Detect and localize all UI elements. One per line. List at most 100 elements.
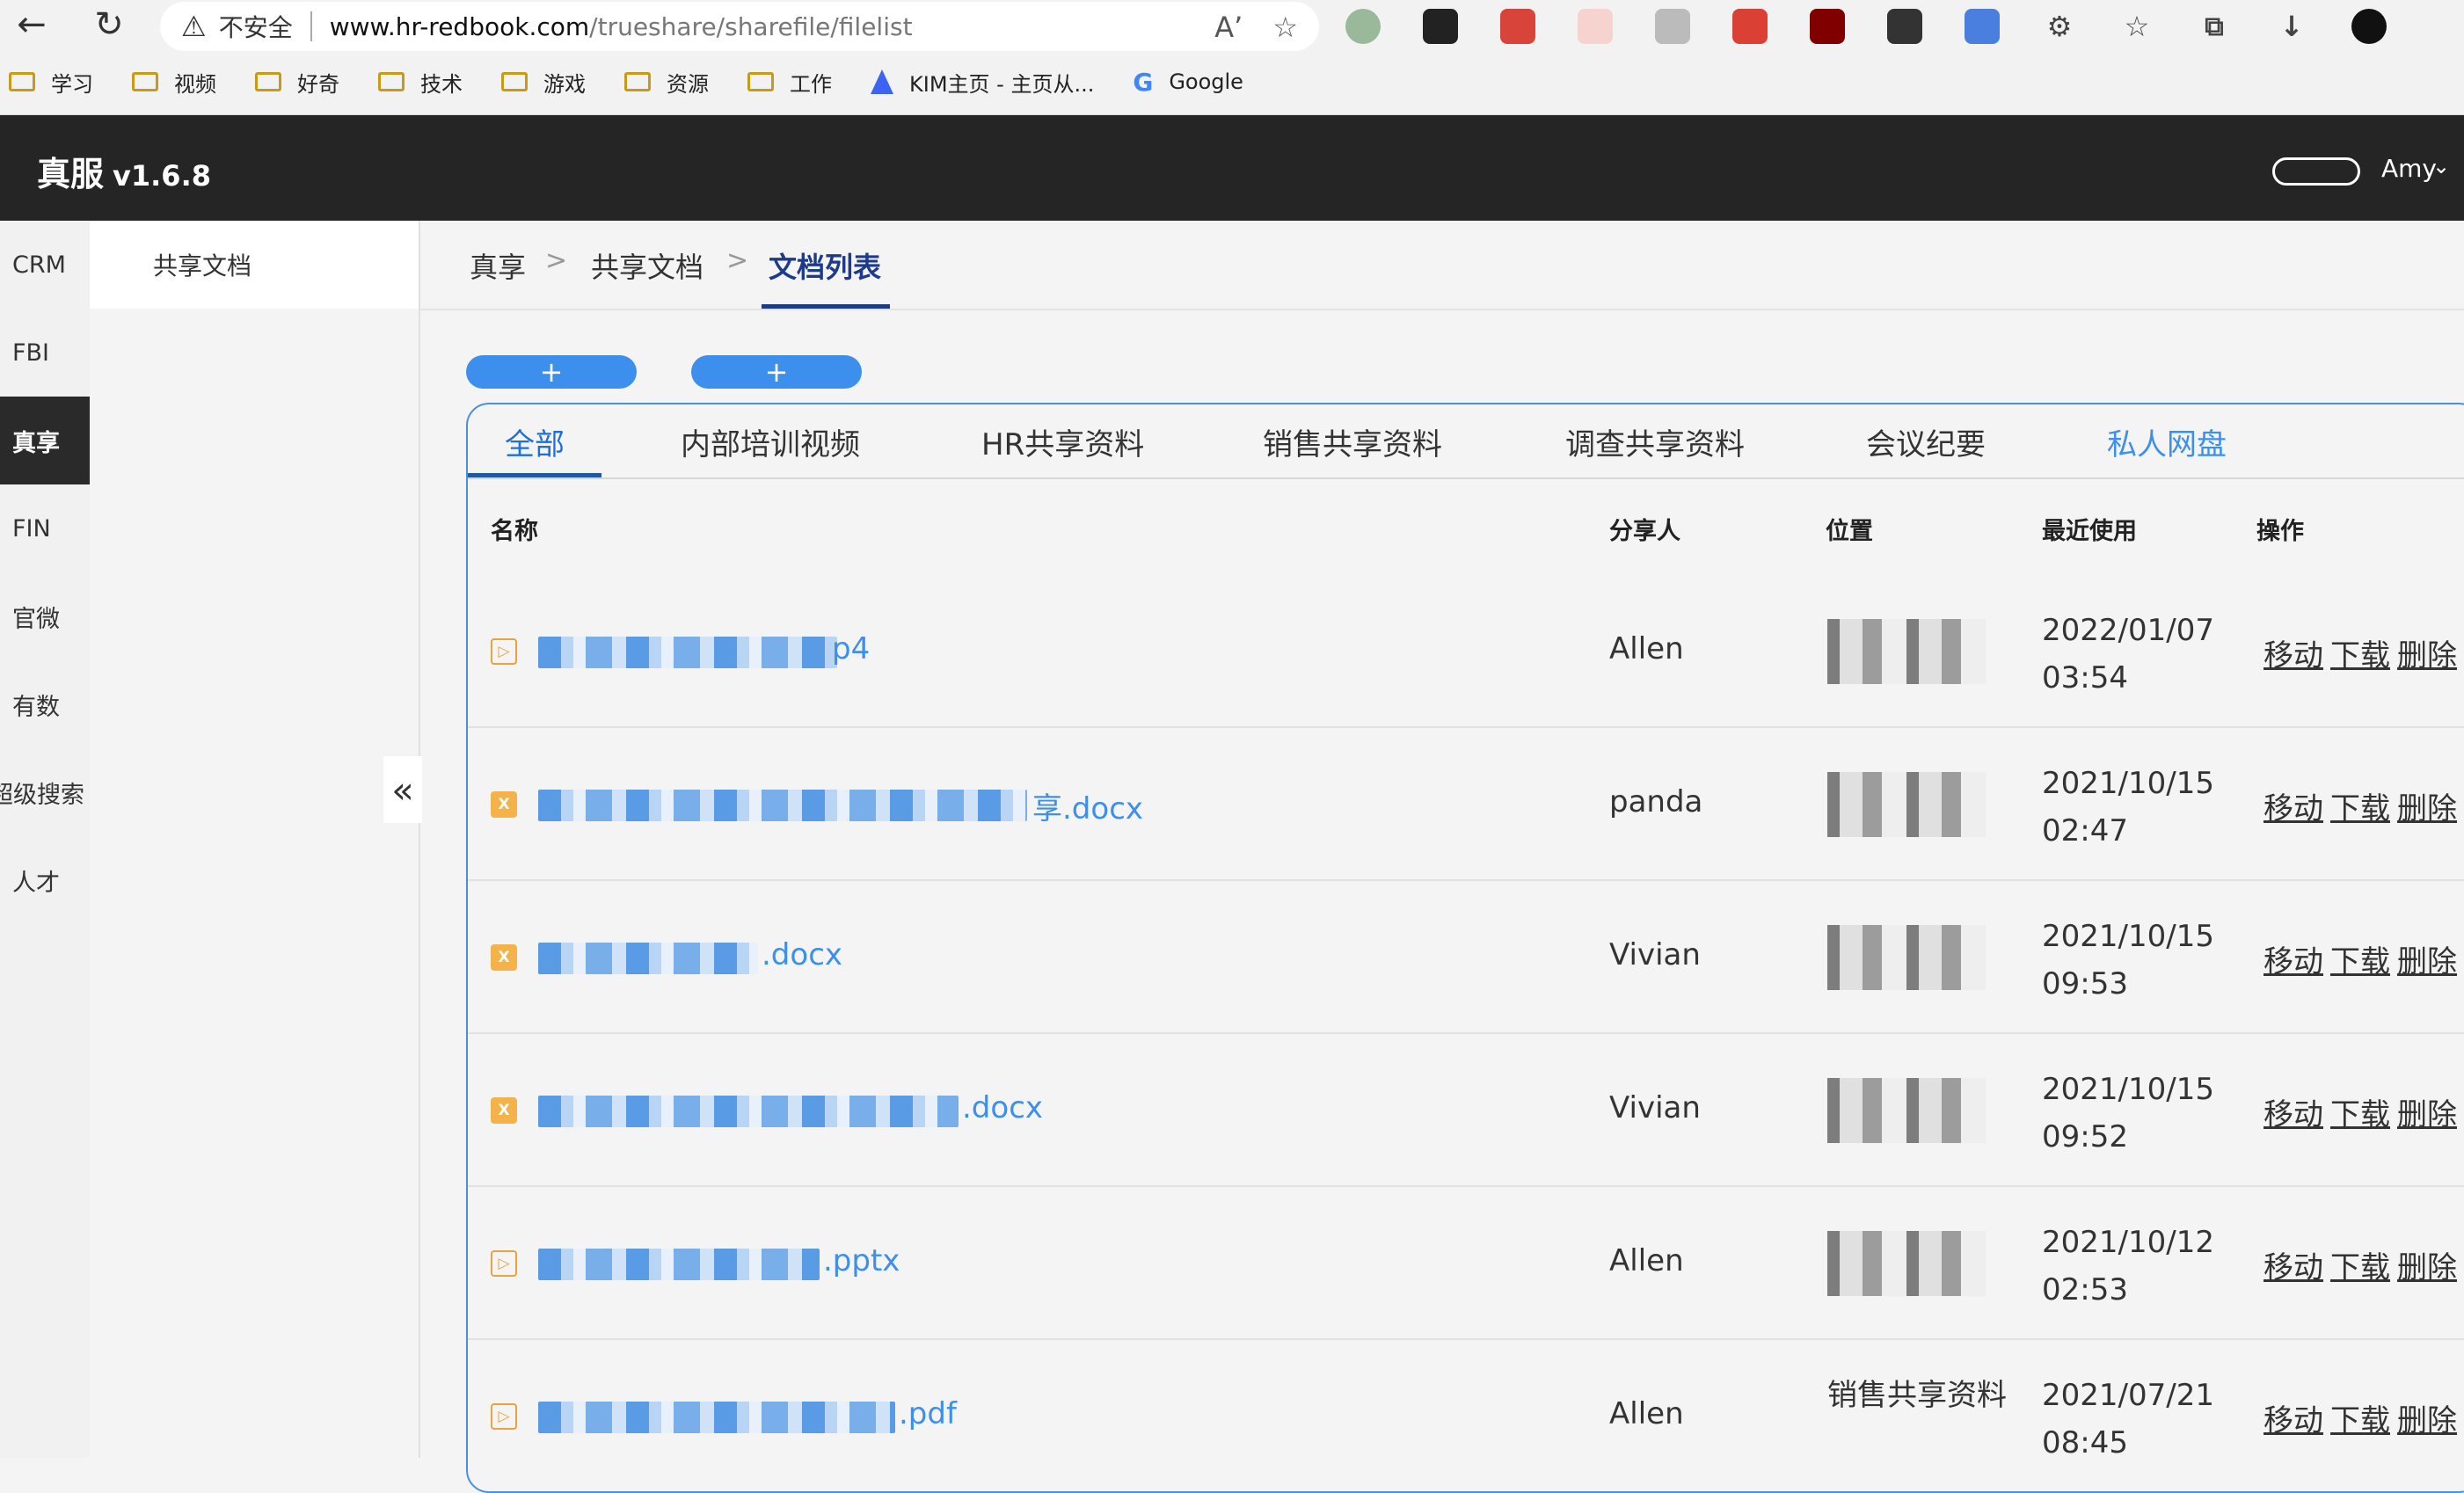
- breadcrumb-shared-docs[interactable]: 共享文档: [591, 245, 703, 286]
- bookmark-folder[interactable]: 工作: [739, 67, 832, 98]
- rail-item-fbi[interactable]: FBI: [0, 309, 90, 397]
- extension-tree-icon[interactable]: [1578, 9, 1613, 44]
- sharer-cell: Allen: [1609, 1243, 1684, 1278]
- folder-icon: [378, 72, 405, 91]
- reload-icon[interactable]: ↻: [84, 0, 134, 49]
- delete-link[interactable]: 删除: [2397, 1097, 2457, 1132]
- chevron-down-icon[interactable]: ⌄: [2432, 154, 2450, 178]
- delete-link[interactable]: 删除: [2397, 1403, 2457, 1438]
- move-link[interactable]: 移动: [2264, 1250, 2323, 1285]
- move-link[interactable]: 移动: [2264, 1097, 2323, 1132]
- redacted-filename[interactable]: [538, 943, 758, 974]
- extension-fe-icon[interactable]: [1500, 9, 1535, 44]
- extension-v-icon[interactable]: [1655, 9, 1690, 44]
- bookmark-link[interactable]: G Google: [1124, 68, 1243, 97]
- rail-item-crm[interactable]: CRM: [0, 221, 90, 309]
- download-link[interactable]: 下载: [2330, 791, 2390, 827]
- extension-ublock-icon[interactable]: [1810, 9, 1845, 44]
- tab-divider: [468, 477, 2464, 479]
- bookmark-folder[interactable]: 好奇: [246, 67, 339, 98]
- redacted-filename[interactable]: [538, 1249, 820, 1280]
- tab-survey-shared[interactable]: 调查共享资料: [1565, 420, 1745, 463]
- move-link[interactable]: 移动: [2264, 638, 2323, 674]
- location-cell: 销售共享资料: [1827, 1378, 2007, 1413]
- sub-item-shared-docs[interactable]: 共享文档: [90, 221, 419, 309]
- favorites-icon[interactable]: ☆: [2119, 9, 2154, 44]
- bookmark-folder[interactable]: 游戏: [492, 67, 586, 98]
- app-header: 真服 v1.6.8 Amy ⌄: [0, 115, 2464, 221]
- bookmark-folder[interactable]: 视频: [123, 67, 216, 98]
- redacted-filename[interactable]: [538, 637, 837, 668]
- sharer-cell: Allen: [1609, 1396, 1684, 1431]
- user-name[interactable]: Amy: [2381, 154, 2437, 183]
- row-actions: 移动 下载 删除: [2264, 631, 2464, 674]
- bookmark-link[interactable]: KIM主页 - 主页从...: [862, 67, 1094, 98]
- bookmark-folder[interactable]: 资源: [616, 67, 709, 98]
- download-link[interactable]: 下载: [2330, 638, 2390, 674]
- address-bar[interactable]: ⚠ 不安全 www.hr-redbook.com/trueshare/share…: [160, 2, 1319, 51]
- tab-sales-shared[interactable]: 销售共享资料: [1263, 420, 1442, 463]
- file-name-extension[interactable]: .pdf: [899, 1396, 957, 1431]
- collections-icon[interactable]: ⧉: [2197, 9, 2232, 44]
- rail-item-super-search[interactable]: 超级搜索: [0, 748, 90, 836]
- delete-link[interactable]: 删除: [2397, 791, 2457, 827]
- extension-green-icon[interactable]: [1345, 9, 1381, 44]
- extension-mask-icon[interactable]: [1423, 9, 1458, 44]
- tab-all[interactable]: 全部: [505, 420, 565, 463]
- download-link[interactable]: 下载: [2330, 1250, 2390, 1285]
- move-link[interactable]: 移动: [2264, 1403, 2323, 1438]
- add-shared-file-button[interactable]: +: [466, 355, 637, 389]
- redacted-filename[interactable]: [538, 1096, 959, 1127]
- read-aloud-icon[interactable]: Aʼ: [1214, 11, 1243, 44]
- extension-todoist-icon[interactable]: [1732, 9, 1768, 44]
- download-link[interactable]: 下载: [2330, 944, 2390, 980]
- column-header-ops: 操作: [2256, 518, 2304, 545]
- delete-link[interactable]: 删除: [2397, 1250, 2457, 1285]
- rail-item-data[interactable]: 有数: [0, 660, 90, 748]
- download-link[interactable]: 下载: [2330, 1097, 2390, 1132]
- profile-cat-icon[interactable]: [2351, 9, 2387, 44]
- file-name-extension[interactable]: 享.docx: [1032, 784, 1143, 827]
- redacted-filename[interactable]: [538, 1402, 895, 1433]
- extension-react-icon[interactable]: [1887, 9, 1922, 44]
- back-arrow-icon[interactable]: ←: [7, 0, 56, 49]
- avatar[interactable]: [2272, 157, 2360, 186]
- add-private-file-button[interactable]: +: [691, 355, 862, 389]
- url-path: /trueshare/sharefile/filelist: [589, 11, 913, 41]
- breadcrumb: 真享 > 共享文档 > 文档列表: [420, 221, 2464, 310]
- last-used-date: 2021/10/15: [2042, 766, 2214, 801]
- extensions-puzzle-icon[interactable]: ⚙: [2042, 9, 2077, 44]
- move-link[interactable]: 移动: [2264, 944, 2323, 980]
- add-favorite-icon[interactable]: ☆: [1272, 11, 1298, 44]
- collapse-sidebar-icon[interactable]: «: [383, 756, 422, 823]
- breadcrumb-trueshare[interactable]: 真享: [470, 245, 526, 286]
- redacted-filename[interactable]: [538, 790, 1027, 821]
- download-link[interactable]: 下载: [2330, 1403, 2390, 1438]
- tab-training-videos[interactable]: 内部培训视频: [681, 420, 860, 463]
- word-file-icon: X: [491, 1097, 517, 1124]
- bookmark-folder[interactable]: 学习: [0, 67, 93, 98]
- folder-icon: [255, 72, 281, 91]
- tab-meeting-minutes[interactable]: 会议纪要: [1866, 420, 1986, 463]
- rail-item-talent[interactable]: 人才: [0, 836, 90, 924]
- bookmark-folder[interactable]: 技术: [369, 67, 463, 98]
- file-name-extension[interactable]: p4: [832, 631, 870, 666]
- file-name-extension[interactable]: .docx: [962, 1090, 1043, 1125]
- breadcrumb-separator: >: [545, 245, 568, 276]
- row-actions: 移动 下载 删除: [2264, 1243, 2464, 1286]
- table-row: X .docx Vivian 2021/10/15 09:53 移动 下载 删除: [468, 881, 2464, 1034]
- rail-item-fin[interactable]: FIN: [0, 484, 90, 572]
- download-icon[interactable]: ↓: [2274, 9, 2309, 44]
- tab-hr-shared[interactable]: HR共享资料: [981, 420, 1144, 463]
- bookmarks-bar: 学习 视频 好奇 技术 游戏 资源 工作 KIM主页 - 主页从... G Goo…: [0, 60, 1273, 104]
- delete-link[interactable]: 删除: [2397, 638, 2457, 674]
- extension-translate-icon[interactable]: [1965, 9, 2000, 44]
- file-list-card: 全部 内部培训视频 HR共享资料 销售共享资料 调查共享资料 会议纪要 私人网盘…: [466, 403, 2464, 1493]
- file-name-extension[interactable]: .pptx: [823, 1243, 900, 1278]
- delete-link[interactable]: 删除: [2397, 944, 2457, 980]
- tab-private-drive[interactable]: 私人网盘: [2107, 420, 2227, 463]
- move-link[interactable]: 移动: [2264, 791, 2323, 827]
- rail-item-trueshare[interactable]: 真享: [0, 397, 90, 484]
- file-name-extension[interactable]: .docx: [762, 937, 842, 972]
- rail-item-official-wechat[interactable]: 官微: [0, 572, 90, 660]
